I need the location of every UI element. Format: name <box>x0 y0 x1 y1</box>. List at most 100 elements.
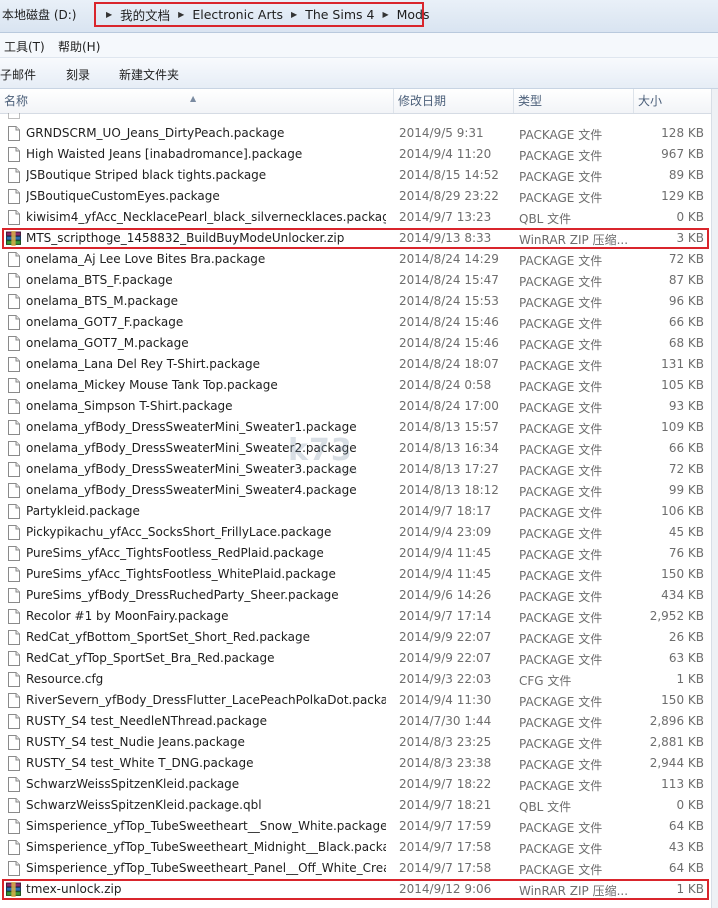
list-item[interactable]: onelama_GOT7_M.package 2014/8/24 15:46 PAC… <box>0 333 718 354</box>
file-icon <box>8 315 20 330</box>
file-type: PACKAGE 文件 <box>519 821 603 835</box>
list-item[interactable]: onelama_Lana Del Rey T-Shirt.package 2014… <box>0 354 718 375</box>
breadcrumb-segment[interactable]: 我的文档 <box>120 5 170 24</box>
list-item[interactable]: onelama_Simpson T-Shirt.package 2014/8/24… <box>0 396 718 417</box>
breadcrumb-segment[interactable]: Electronic Arts <box>192 7 283 22</box>
winrar-icon <box>6 231 21 246</box>
chevron-right-icon[interactable]: ▶ <box>178 10 184 19</box>
menu-item[interactable]: 工具(T) <box>4 38 45 55</box>
file-date: 2014/9/4 11:30 <box>399 693 492 707</box>
file-icon <box>8 504 20 519</box>
file-name: JSBoutiqueCustomEyes.package <box>26 189 220 203</box>
list-item[interactable]: Pickypikachu_yfAcc_SocksShort_FrillyLace… <box>0 522 718 543</box>
list-item[interactable]: RedCat_yfBottom_SportSet_Short_Red.packa… <box>0 627 718 648</box>
file-date: 2014/9/7 17:58 <box>399 861 492 875</box>
list-item[interactable]: SchwarzWeissSpitzenKleid.package.qbl 2014… <box>0 795 718 816</box>
file-size: 64 KB <box>668 861 704 875</box>
list-item[interactable]: onelama_yfBody_DressSweaterMini_Sweater3… <box>0 459 718 480</box>
file-type: PACKAGE 文件 <box>519 191 603 205</box>
file-type: PACKAGE 文件 <box>519 611 603 625</box>
column-name[interactable]: 名称 ▲ <box>0 89 393 113</box>
file-size: 93 KB <box>668 399 704 413</box>
breadcrumb-segment[interactable]: The Sims 4 <box>305 7 374 22</box>
scrollbar[interactable] <box>711 89 718 908</box>
list-item[interactable]: PureSims_yfAcc_TightsFootless_WhitePlaid… <box>0 564 718 585</box>
file-size: 2,881 KB <box>649 735 704 749</box>
list-item[interactable]: JSBoutique Striped black tights.package 2… <box>0 165 718 186</box>
list-item[interactable]: onelama_yfBody_DressSweaterMini_Sweater1… <box>0 417 718 438</box>
list-item[interactable]: JSBoutiqueCustomEyes.package 2014/8/29 23… <box>0 186 718 207</box>
list-item[interactable]: onelama_BTS_F.package 2014/8/24 15:47 PACK… <box>0 270 718 291</box>
file-type: PACKAGE 文件 <box>519 548 603 562</box>
file-date: 2014/9/12 9:06 <box>399 882 492 896</box>
list-item[interactable]: RUSTY_S4 test_Nudie Jeans.package 2014/8/… <box>0 732 718 753</box>
file-name: PureSims_yfAcc_TightsFootless_WhitePlaid… <box>26 567 336 581</box>
list-item[interactable]: RUSTY_S4 test_White T_DNG.package 2014/8/… <box>0 753 718 774</box>
file-name: RedCat_yfTop_SportSet_Bra_Red.package <box>26 651 275 665</box>
file-size: 113 KB <box>661 777 704 791</box>
file-type: QBL 文件 <box>519 212 572 226</box>
address-bar[interactable]: 本地磁盘 (D:) ▶ 我的文档 ▶ Electronic Arts ▶ The Sims… <box>0 0 718 33</box>
list-item[interactable]: RedCat_yfTop_SportSet_Bra_Red.package 201… <box>0 648 718 669</box>
toolbar-button[interactable]: 刻录 <box>66 66 90 83</box>
file-name: JSBoutique Striped black tights.package <box>26 168 267 182</box>
list-item[interactable]: Partykleid.package 2014/9/7 18:17 PACKAGE … <box>0 501 718 522</box>
toolbar-button[interactable]: 新建文件夹 <box>119 66 179 83</box>
file-name: onelama_Simpson T-Shirt.package <box>26 399 233 413</box>
breadcrumb-root[interactable]: 本地磁盘 (D:) <box>2 7 76 23</box>
file-date: 2014/8/13 15:57 <box>399 420 499 434</box>
column-size-label: 大小 <box>638 94 663 108</box>
file-date: 2014/9/7 18:22 <box>399 777 492 791</box>
breadcrumb-segment[interactable]: Mods <box>397 7 430 22</box>
list-item[interactable]: MTS_scripthoge_1458832_BuildBuyModeUnloc… <box>0 228 718 249</box>
list-item[interactable] <box>0 113 718 122</box>
column-date[interactable]: 修改日期 <box>394 89 513 113</box>
file-size: 129 KB <box>661 189 704 203</box>
list-item[interactable]: onelama_Aj Lee Love Bites Bra.package 201… <box>0 249 718 270</box>
chevron-right-icon[interactable]: ▶ <box>382 10 388 19</box>
list-item[interactable]: onelama_Mickey Mouse Tank Top.package 201… <box>0 375 718 396</box>
watermark: k73 <box>288 433 353 468</box>
column-type[interactable]: 类型 <box>514 89 633 113</box>
list-item[interactable]: Simsperience_yfTop_TubeSweetheart__Snow_… <box>0 816 718 837</box>
file-size: 434 KB <box>661 588 704 602</box>
file-icon <box>8 399 20 414</box>
column-size[interactable]: 大小 <box>634 89 711 113</box>
file-date: 2014/8/24 15:47 <box>399 273 499 287</box>
list-item[interactable]: Simsperience_yfTop_TubeSweetheart_Panel_… <box>0 858 718 879</box>
list-item[interactable]: onelama_yfBody_DressSweaterMini_Sweater2… <box>0 438 718 459</box>
file-date: 2014/7/30 1:44 <box>399 714 492 728</box>
file-type: PACKAGE 文件 <box>519 506 603 520</box>
list-item[interactable]: Resource.cfg 2014/9/3 22:03 CFG 文件 1 KB <box>0 669 718 690</box>
list-item[interactable]: onelama_BTS_M.package 2014/8/24 15:53 PACK… <box>0 291 718 312</box>
list-item[interactable]: Recolor #1 by MoonFairy.package 2014/9/7 … <box>0 606 718 627</box>
list-item[interactable]: High Waisted Jeans [inabadromance].packa… <box>0 144 718 165</box>
file-date: 2014/9/7 17:14 <box>399 609 492 623</box>
toolbar-button[interactable]: 子邮件 <box>0 66 36 83</box>
list-item[interactable]: PureSims_yfAcc_TightsFootless_RedPlaid.p… <box>0 543 718 564</box>
file-type: PACKAGE 文件 <box>519 149 603 163</box>
chevron-right-icon[interactable]: ▶ <box>291 10 297 19</box>
file-date: 2014/8/15 14:52 <box>399 168 499 182</box>
chevron-right-icon[interactable]: ▶ <box>106 10 112 19</box>
list-item[interactable]: GRNDSCRM_UO_Jeans_DirtyPeach.package 2014… <box>0 123 718 144</box>
list-item[interactable]: RUSTY_S4 test_NeedleNThread.package 2014/… <box>0 711 718 732</box>
list-item[interactable]: PureSims_yfBody_DressRuchedParty_Sheer.p… <box>0 585 718 606</box>
file-size: 72 KB <box>668 462 704 476</box>
list-item[interactable]: onelama_GOT7_F.package 2014/8/24 15:46 PAC… <box>0 312 718 333</box>
file-type: PACKAGE 文件 <box>519 758 603 772</box>
file-type: PACKAGE 文件 <box>519 737 603 751</box>
list-item[interactable]: tmex-unlock.zip 2014/9/12 9:06 WinRAR ZIP … <box>0 879 718 900</box>
menu-item[interactable]: 帮助(H) <box>58 38 100 55</box>
file-date: 2014/8/24 0:58 <box>399 378 492 392</box>
file-name: Simsperience_yfTop_TubeSweetheart_Panel_… <box>26 861 386 875</box>
list-item[interactable]: kiwisim4_yfAcc_NecklacePearl_black_silve… <box>0 207 718 228</box>
list-item[interactable]: SchwarzWeissSpitzenKleid.package 2014/9/7… <box>0 774 718 795</box>
list-item[interactable]: Simsperience_yfTop_TubeSweetheart_Midnig… <box>0 837 718 858</box>
file-icon <box>8 168 20 183</box>
file-size: 3 KB <box>676 231 704 245</box>
file-icon <box>8 651 20 666</box>
list-item[interactable]: RiverSevern_yfBody_DressFlutter_LacePeac… <box>0 690 718 711</box>
list-item[interactable]: onelama_yfBody_DressSweaterMini_Sweater4… <box>0 480 718 501</box>
file-size: 0 KB <box>676 210 704 224</box>
